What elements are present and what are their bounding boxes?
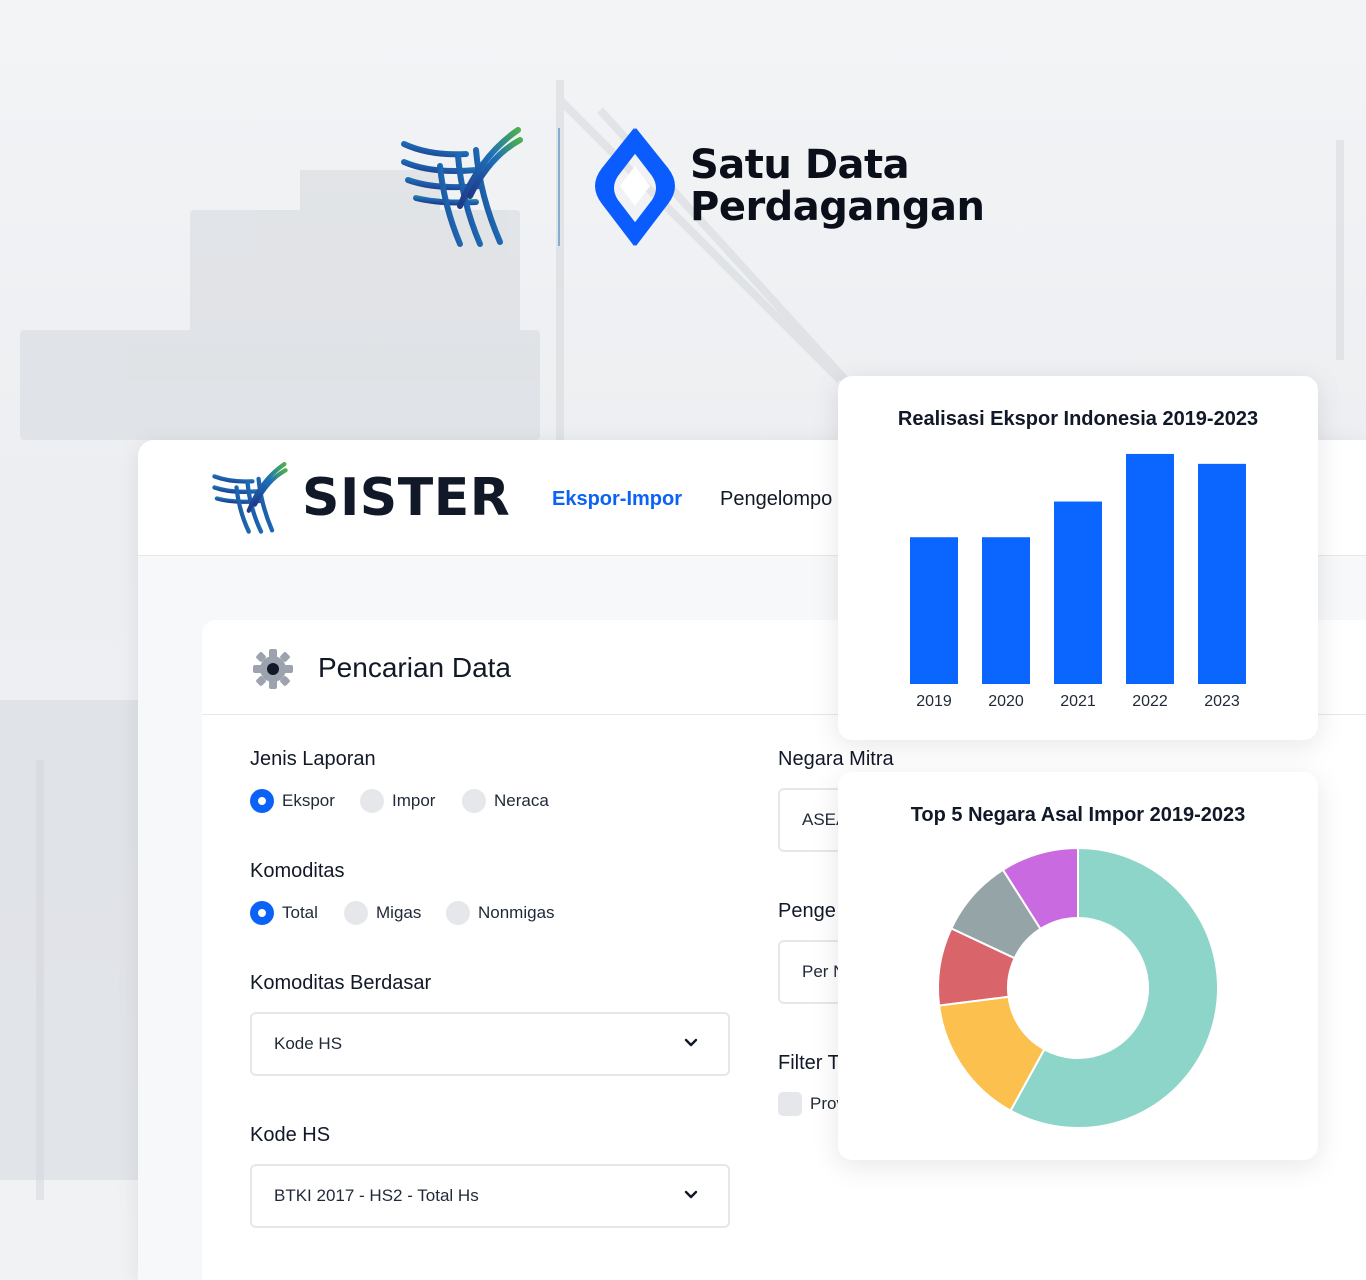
radio-label: Total [282, 903, 318, 922]
radio-unchecked-icon [446, 901, 470, 925]
nav-pengelompokan[interactable]: Pengelompo [720, 488, 832, 511]
radio-unchecked-icon [462, 789, 486, 813]
satu-data-logo-icon [595, 128, 675, 246]
kode-hs-label: Kode HS [250, 1124, 331, 1146]
sister-leaf-logo-icon [401, 127, 523, 247]
hero-brand-title: Satu Data Perdagangan [690, 144, 985, 228]
nav-ekspor-impor[interactable]: Ekspor-Impor [552, 488, 682, 511]
export-bar-chart-card: Realisasi Ekspor Indonesia 2019-2023 201… [838, 376, 1318, 740]
komoditas-label: Komoditas [250, 860, 345, 882]
bar-2020[interactable] [982, 537, 1030, 684]
chevron-down-icon [684, 1190, 698, 1199]
radio-label: Nonmigas [478, 903, 555, 922]
radio-label: Impor [392, 791, 436, 810]
radio-label: Migas [376, 903, 422, 922]
import-donut-chart-card: Top 5 Negara Asal Impor 2019-2023 [838, 772, 1318, 1160]
jenis-laporan-label: Jenis Laporan [250, 748, 376, 770]
bar-chart: 2019 2020 2021 2022 2023 [910, 453, 1246, 710]
kode-hs-select[interactable]: BTKI 2017 - HS2 - Total Hs [250, 1164, 730, 1228]
select-value: BTKI 2017 - HS2 - Total Hs [274, 1186, 479, 1205]
bar-2021[interactable] [1054, 501, 1102, 684]
bar-tick-label: 2022 [1132, 693, 1168, 710]
radio-total[interactable]: Total [250, 900, 318, 926]
app-name: SISTER [302, 468, 511, 528]
filter-label: Filter T [778, 1052, 840, 1074]
select-value: Kode HS [274, 1034, 343, 1053]
radio-unchecked-icon [360, 789, 384, 813]
jenis-laporan-radio-group: Ekspor Impor Neraca [250, 788, 730, 814]
pengelompokan-label: Penge [778, 900, 836, 922]
gear-icon [253, 649, 293, 689]
chevron-down-icon [684, 1038, 698, 1047]
bar-2019[interactable] [910, 537, 958, 684]
sister-app-logo-icon[interactable] [212, 458, 288, 534]
bar-tick-label: 2023 [1204, 693, 1240, 710]
bar-tick-label: 2019 [916, 693, 952, 710]
komoditas-radio-group: Total Migas Nonmigas [250, 900, 730, 926]
bar-tick-label: 2020 [988, 693, 1024, 710]
filter-checkbox[interactable] [778, 1092, 802, 1116]
radio-migas[interactable]: Migas [344, 900, 421, 926]
radio-checked-icon [250, 901, 274, 925]
negara-mitra-label: Negara Mitra [778, 748, 894, 770]
radio-nonmigas[interactable]: Nonmigas [446, 900, 555, 926]
hero-brand-line1: Satu Data [690, 142, 910, 188]
search-card-title: Pencarian Data [318, 652, 512, 683]
radio-neraca[interactable]: Neraca [462, 788, 549, 814]
radio-label: Ekspor [282, 791, 335, 810]
hero-divider [558, 128, 560, 246]
donut-chart [937, 846, 1219, 1129]
komoditas-berdasar-label: Komoditas Berdasar [250, 972, 432, 994]
radio-ekspor[interactable]: Ekspor [250, 788, 335, 814]
hero-brand: Satu Data Perdagangan [400, 126, 985, 250]
radio-label: Neraca [494, 791, 549, 810]
bar-tick-label: 2021 [1060, 693, 1096, 710]
radio-impor[interactable]: Impor [360, 788, 435, 814]
komoditas-berdasar-select[interactable]: Kode HS [250, 1012, 730, 1076]
radio-checked-icon [250, 789, 274, 813]
hero-brand-line2: Perdagangan [690, 184, 985, 230]
radio-unchecked-icon [344, 901, 368, 925]
bar-2022[interactable] [1126, 453, 1174, 684]
bar-2023[interactable] [1198, 463, 1246, 684]
